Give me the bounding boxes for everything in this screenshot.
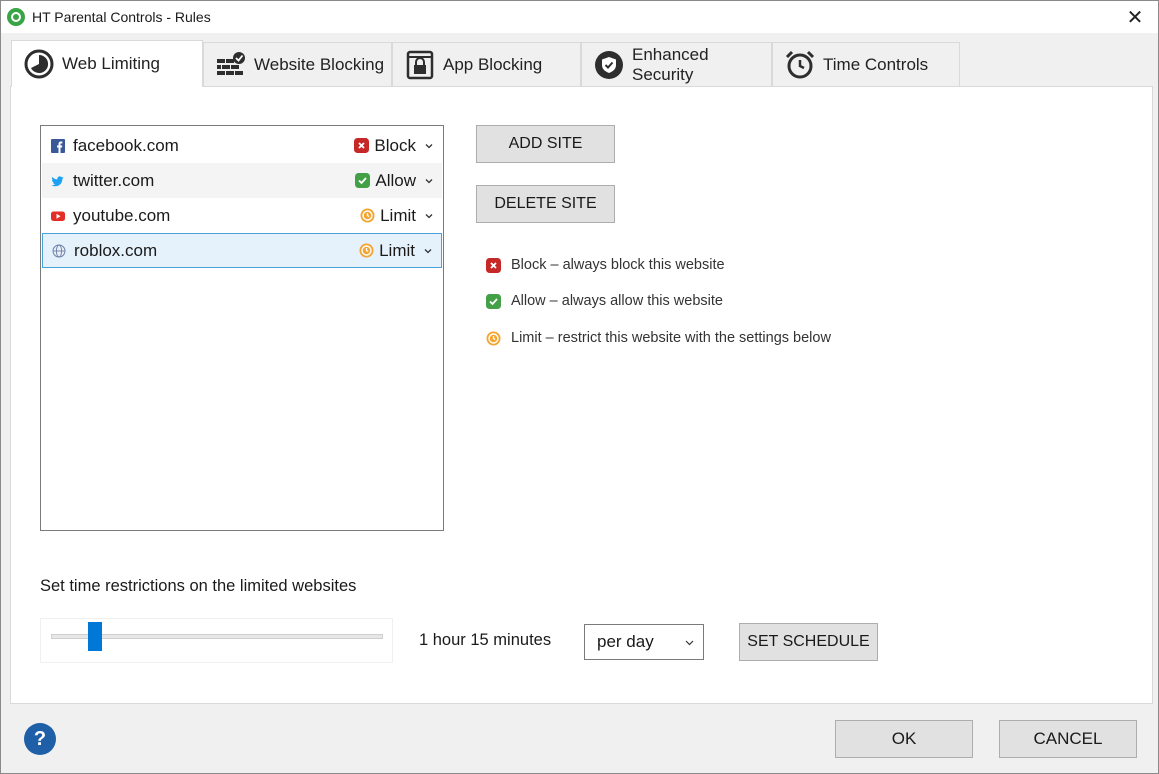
status-label: Limit xyxy=(380,205,416,225)
add-site-button[interactable]: ADD SITE xyxy=(476,125,615,163)
facebook-icon xyxy=(51,138,65,153)
duration-value: 1 hour 15 minutes xyxy=(419,631,552,649)
status-label: Limit xyxy=(379,240,415,260)
site-name: youtube.com xyxy=(73,205,171,225)
site-row-youtube[interactable]: youtube.com Limit xyxy=(42,198,442,233)
status-dropdown[interactable]: Limit xyxy=(359,241,433,261)
tab-enhanced-security[interactable]: Enhanced Security xyxy=(581,42,772,86)
window-title: HT Parental Controls - Rules xyxy=(32,9,211,25)
status-dropdown[interactable]: Limit xyxy=(360,206,434,226)
legend-text: Block – always block this website xyxy=(511,257,725,273)
status-dropdown[interactable]: Allow xyxy=(355,171,434,191)
site-list[interactable]: facebook.com Block twitter.com Allow you… xyxy=(40,125,444,531)
tab-website-blocking[interactable]: Website Blocking xyxy=(203,42,392,86)
chevron-down-icon xyxy=(424,248,432,253)
legend-limit: Limit – restrict this website with the s… xyxy=(486,330,831,346)
title-bar: HT Parental Controls - Rules ✕ xyxy=(1,1,1158,33)
chevron-down-icon xyxy=(685,640,694,645)
chevron-down-icon xyxy=(425,178,433,183)
tab-label: Web Limiting xyxy=(62,54,160,73)
help-icon[interactable]: ? xyxy=(24,723,56,755)
tab-web-limiting[interactable]: Web Limiting xyxy=(11,40,203,87)
app-logo-icon xyxy=(7,8,25,26)
allow-icon xyxy=(486,293,501,309)
cancel-button[interactable]: CANCEL xyxy=(999,720,1137,758)
tab-label: Enhanced Security xyxy=(632,44,709,84)
period-select[interactable]: per day xyxy=(584,624,704,660)
status-dropdown[interactable]: Block xyxy=(354,136,434,156)
legend-allow: Allow – always allow this website xyxy=(486,293,723,309)
chevron-down-icon xyxy=(425,213,433,218)
web-limiting-panel: facebook.com Block twitter.com Allow you… xyxy=(10,86,1153,704)
alarm-clock-icon xyxy=(785,50,815,80)
time-slider[interactable] xyxy=(40,618,393,663)
delete-site-button[interactable]: DELETE SITE xyxy=(476,185,615,223)
site-row-twitter[interactable]: twitter.com Allow xyxy=(42,163,442,198)
tab-app-blocking[interactable]: App Blocking xyxy=(392,42,581,86)
legend-block: Block – always block this website xyxy=(486,257,725,273)
site-name: twitter.com xyxy=(73,170,155,190)
rules-window: HT Parental Controls - Rules ✕ Web Limit… xyxy=(0,0,1159,774)
time-restriction-label: Set time restrictions on the limited web… xyxy=(40,577,357,595)
limit-icon xyxy=(360,208,375,223)
app-lock-icon xyxy=(405,50,435,80)
site-row-facebook[interactable]: facebook.com Block xyxy=(42,128,442,163)
tab-label: Website Blocking xyxy=(254,54,385,74)
close-button[interactable]: ✕ xyxy=(1112,1,1158,33)
period-value: per day xyxy=(597,632,654,651)
set-schedule-button[interactable]: SET SCHEDULE xyxy=(739,623,878,661)
chevron-down-icon xyxy=(425,143,433,148)
legend-text: Allow – always allow this website xyxy=(511,293,723,309)
youtube-icon xyxy=(51,209,65,223)
twitter-icon xyxy=(51,174,65,188)
tab-label: App Blocking xyxy=(443,54,543,74)
tab-label: Time Controls xyxy=(823,54,929,74)
slider-thumb[interactable] xyxy=(88,622,102,651)
globe-icon xyxy=(52,244,66,258)
block-icon xyxy=(486,257,501,273)
legend-text: Limit – restrict this website with the s… xyxy=(511,330,831,346)
firewall-icon xyxy=(216,50,246,80)
limit-icon xyxy=(359,243,374,258)
site-name: facebook.com xyxy=(73,135,179,155)
status-label: Allow xyxy=(375,170,416,190)
shield-icon xyxy=(594,50,624,80)
ok-button[interactable]: OK xyxy=(835,720,973,758)
status-label: Block xyxy=(374,135,416,155)
allow-icon xyxy=(355,173,371,188)
limit-icon xyxy=(486,331,501,345)
web-limiting-icon xyxy=(24,49,54,79)
block-icon xyxy=(354,138,370,153)
site-name: roblox.com xyxy=(74,240,158,260)
tab-time-controls[interactable]: Time Controls xyxy=(772,42,960,86)
site-row-roblox[interactable]: roblox.com Limit xyxy=(42,233,442,268)
